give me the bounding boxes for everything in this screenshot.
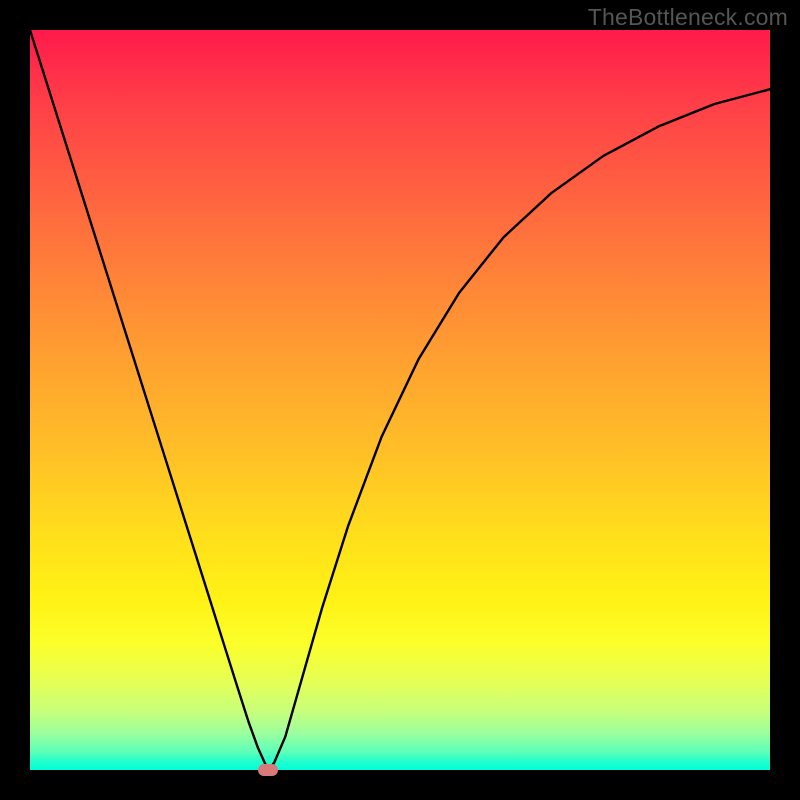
plot-area [30,30,770,770]
optimal-point-marker [258,764,278,776]
bottleneck-curve [30,30,770,770]
chart-frame: TheBottleneck.com [0,0,800,800]
watermark-text: TheBottleneck.com [588,4,788,31]
curve-svg [30,30,770,770]
